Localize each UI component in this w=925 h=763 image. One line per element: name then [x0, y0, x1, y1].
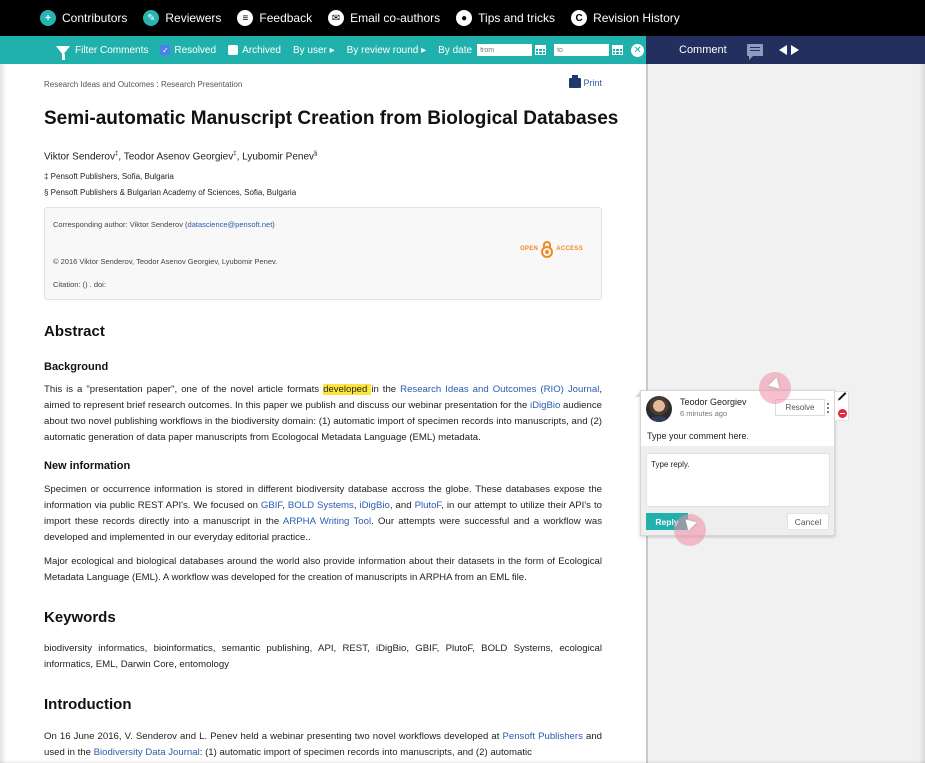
new-information-paragraph: Specimen or occurrence information is st…	[44, 484, 602, 543]
by-user-dropdown[interactable]: By user ▸	[293, 45, 335, 56]
article-title: Semi-automatic Manuscript Creation from …	[44, 108, 619, 129]
comment-timestamp: 6 minutes ago	[680, 409, 728, 418]
background-heading: Background	[44, 361, 109, 373]
open-access-text: ACCESS	[556, 246, 583, 252]
affiliation-mark: ‡	[233, 151, 237, 157]
author-name[interactable]: Lyubomir Penev	[242, 151, 314, 162]
introduction-paragraph: On 16 June 2016, V. Senderov and L. Pene…	[44, 731, 602, 758]
date-to-input[interactable]	[554, 44, 610, 56]
filter-comments-label: Filter Comments	[75, 44, 149, 56]
comment-header-label: Comment	[679, 44, 727, 56]
contributors-label: Contributors	[62, 11, 128, 25]
rio-journal-link[interactable]: Research Ideas and Outcomes (RIO) Journa…	[400, 384, 599, 395]
archived-checkbox[interactable]: Archived	[228, 45, 281, 56]
revision-history-label: Revision History	[593, 11, 680, 25]
comment-side-actions	[835, 391, 849, 421]
pensoft-publishers-link[interactable]: Pensoft Publishers	[502, 731, 582, 742]
printer-icon	[569, 75, 582, 88]
comment-author: Teodor Georgiev	[680, 397, 747, 407]
comment-card: Teodor Georgiev 6 minutes ago Resolve Ty…	[635, 390, 835, 536]
by-date-label: By date	[438, 44, 473, 56]
panel-edge-shadow	[919, 64, 925, 763]
previous-comment-icon[interactable]	[778, 45, 787, 55]
idigbio-link[interactable]: iDigBio	[530, 400, 560, 411]
reviewers-icon: ✎	[143, 10, 160, 26]
background-paragraph: This is a "presentation paper", one of t…	[44, 384, 602, 443]
arpha-writing-tool-link[interactable]: ARPHA Writing Tool	[283, 516, 371, 527]
keywords-list: biodiversity informatics, bioinformatics…	[44, 643, 602, 670]
tips-and-tricks-button[interactable]: ● Tips and tricks	[456, 10, 555, 26]
gbif-link[interactable]: GBIF	[261, 500, 282, 511]
archived-label: Archived	[242, 44, 281, 56]
avatar	[646, 396, 672, 422]
delete-icon[interactable]	[838, 409, 847, 418]
top-toolbar: + Contributors ✎ Reviewers ≡ Feedback ✉ …	[0, 0, 925, 36]
open-lock-icon	[541, 241, 554, 258]
print-button[interactable]: Print	[569, 75, 602, 88]
new-information-paragraph-2: Major ecological and biological database…	[44, 556, 602, 583]
author-list: Viktor Senderov‡, Teodor Asenov Georgiev…	[44, 151, 318, 163]
reply-section: Type reply. Reply Cancel	[641, 446, 834, 535]
affiliation-mark: §	[314, 151, 318, 157]
email-coauthors-label: Email co-authors	[350, 11, 441, 25]
checkbox-unchecked-icon	[228, 45, 239, 55]
email-icon: ✉	[328, 10, 345, 26]
resolved-checkbox[interactable]: ✓ Resolved	[160, 45, 216, 56]
date-from-input[interactable]	[477, 44, 533, 56]
affiliation: § Pensoft Publishers & Bulgarian Academy…	[44, 188, 297, 197]
edit-pencil-icon[interactable]	[838, 392, 847, 400]
revision-history-button[interactable]: C Revision History	[571, 10, 680, 26]
commented-highlight[interactable]: developed	[323, 384, 372, 395]
corresponding-author: Corresponding author: Viktor Senderov (d…	[53, 220, 275, 229]
calendar-icon[interactable]	[535, 45, 547, 55]
bold-systems-link[interactable]: BOLD Systems	[288, 500, 354, 511]
by-review-round-dropdown[interactable]: By review round ▸	[347, 45, 427, 56]
cancel-button[interactable]: Cancel	[787, 513, 829, 530]
citation: Citation: () . doi:	[53, 280, 106, 289]
tips-and-tricks-label: Tips and tricks	[478, 11, 556, 25]
open-access-logo: OPEN ACCESS	[519, 241, 583, 258]
author-name[interactable]: Viktor Senderov	[44, 151, 115, 162]
biodiversity-data-journal-link[interactable]: Biodiversity Data Journal	[94, 747, 200, 758]
next-comment-icon[interactable]	[790, 45, 799, 55]
comment-text: Type your comment here.	[647, 431, 750, 441]
calendar-icon[interactable]	[612, 45, 624, 55]
filter-comments-bar: Filter Comments ✓ Resolved Archived By u…	[0, 36, 646, 64]
checkbox-checked-icon: ✓	[160, 45, 171, 55]
corresponding-email-link[interactable]: datascience@pensoft.net	[188, 220, 273, 229]
more-options-icon[interactable]	[824, 399, 832, 416]
feedback-icon: ≡	[237, 10, 254, 26]
add-comment-icon[interactable]	[746, 44, 763, 60]
reply-input[interactable]: Type reply.	[646, 453, 830, 507]
introduction-heading: Introduction	[44, 696, 132, 713]
affiliation: ‡ Pensoft Publishers, Sofia, Bulgaria	[44, 172, 174, 181]
open-access-text: OPEN	[519, 246, 539, 252]
feedback-label: Feedback	[259, 11, 313, 25]
comment-header-bar: Comment	[646, 36, 925, 64]
reviewers-button[interactable]: ✎ Reviewers	[143, 10, 221, 26]
copyright: © 2016 Viktor Senderov, Teodor Asenov Ge…	[53, 257, 278, 266]
print-label: Print	[583, 78, 602, 88]
contributors-button[interactable]: + Contributors	[40, 10, 127, 26]
plutof-link[interactable]: PlutoF	[415, 500, 442, 511]
keywords-heading: Keywords	[44, 609, 116, 626]
email-coauthors-button[interactable]: ✉ Email co-authors	[328, 10, 440, 26]
revision-history-icon: C	[571, 10, 588, 26]
new-information-heading: New information	[44, 460, 131, 472]
left-edge-shadow	[0, 64, 6, 763]
article-info-box: Corresponding author: Viktor Senderov (d…	[44, 207, 602, 300]
feedback-button[interactable]: ≡ Feedback	[237, 10, 312, 26]
affiliation-mark: ‡	[114, 151, 119, 157]
funnel-icon	[56, 45, 70, 60]
reviewers-label: Reviewers	[165, 11, 222, 25]
filter-comments-button[interactable]: Filter Comments	[56, 44, 149, 60]
idigbio-link[interactable]: iDigBio	[359, 500, 389, 511]
clear-filter-icon[interactable]: ✕	[631, 43, 645, 57]
contributors-icon: +	[40, 10, 56, 26]
breadcrumb: Research Ideas and Outcomes : Research P…	[44, 80, 243, 89]
abstract-heading: Abstract	[44, 323, 105, 340]
resolved-label: Resolved	[174, 44, 217, 56]
author-name[interactable]: Teodor Asenov Georgiev	[124, 151, 234, 162]
lightbulb-icon: ●	[456, 10, 473, 26]
